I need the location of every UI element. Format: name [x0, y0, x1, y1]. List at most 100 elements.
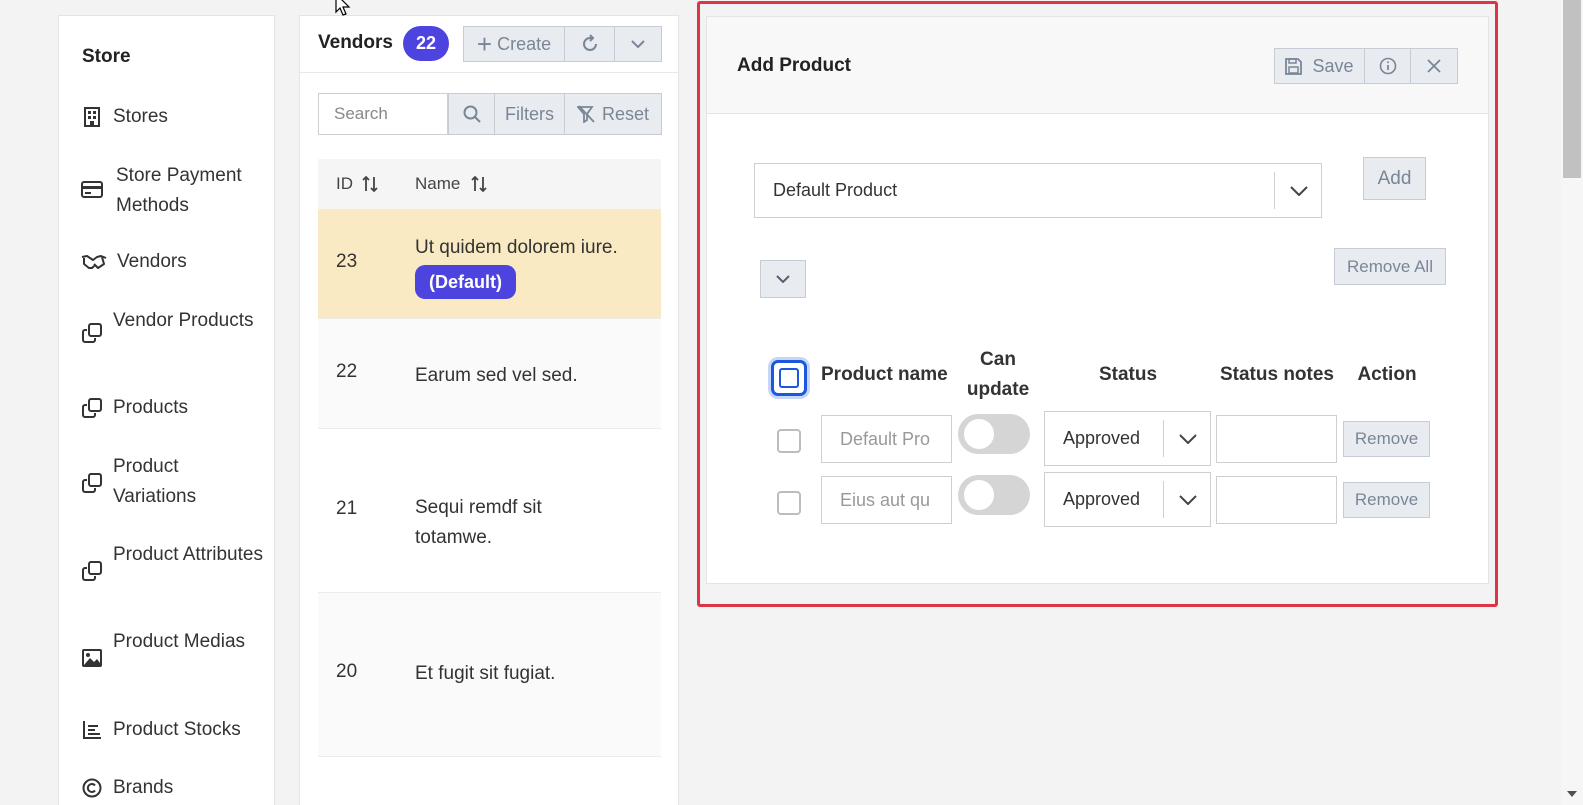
sidebar: Store Stores Store Payment Methods Vendo…	[58, 15, 275, 805]
column-header-name[interactable]: Name	[415, 174, 488, 194]
bar-chart-icon	[81, 719, 103, 741]
filters-label: Filters	[505, 103, 554, 124]
remove-button[interactable]: Remove	[1343, 482, 1430, 518]
select-divider	[1274, 172, 1275, 209]
add-product-card: Add Product Save Default Product Add Rem…	[706, 16, 1489, 584]
search-icon	[463, 105, 481, 123]
vendors-title: Vendors	[318, 32, 393, 53]
column-header-product-name: Product name	[821, 364, 948, 385]
filters-button[interactable]: Filters	[495, 94, 565, 134]
credit-card-icon	[81, 178, 103, 200]
can-update-toggle[interactable]	[958, 414, 1030, 454]
sidebar-item-vendors[interactable]: Vendors	[81, 247, 187, 277]
mouse-cursor-icon	[335, 0, 351, 16]
status-select[interactable]: Approved	[1044, 472, 1211, 527]
row-checkbox[interactable]	[777, 429, 801, 453]
reset-button[interactable]: Reset	[565, 94, 661, 134]
table-row[interactable]: 22 Earum sed vel sed.	[318, 319, 661, 429]
sidebar-item-brands[interactable]: Brands	[81, 773, 173, 803]
column-header-action: Action	[1357, 364, 1417, 385]
row-name: Et fugit sit fugiat.	[415, 663, 556, 684]
product-name-value: Default Pro	[840, 428, 931, 449]
sidebar-item-products[interactable]: Products	[81, 393, 188, 423]
row-name: Ut quidem dolorem iure. (Default)	[415, 233, 645, 299]
status-select[interactable]: Approved	[1044, 411, 1211, 466]
chevron-down-icon	[1290, 185, 1308, 196]
row-id: 21	[336, 498, 358, 519]
chevron-down-icon	[1179, 494, 1197, 505]
sort-icon	[362, 175, 378, 193]
row-name: Sequi remdf sit totamwe.	[415, 497, 542, 548]
close-button[interactable]	[1411, 49, 1457, 83]
product-select[interactable]: Default Product	[754, 163, 1322, 218]
vendors-table-header: ID Name	[318, 159, 661, 209]
save-button[interactable]: Save	[1275, 49, 1365, 83]
sidebar-item-product-attributes[interactable]: Product Attributes	[81, 540, 263, 582]
building-icon	[81, 106, 103, 128]
sidebar-item-label: Product Attributes	[113, 544, 263, 565]
column-header-name-label: Name	[415, 174, 461, 193]
status-notes-input[interactable]	[1216, 476, 1337, 524]
row-checkbox[interactable]	[777, 491, 801, 515]
select-all-checkbox[interactable]	[771, 360, 807, 396]
refresh-button[interactable]	[565, 27, 615, 61]
copy-icon	[81, 397, 103, 419]
scroll-down-arrow-icon[interactable]	[1567, 791, 1577, 797]
sidebar-item-vendor-products[interactable]: Vendor Products	[81, 306, 263, 344]
search-toolbar: Filters Reset	[448, 93, 662, 135]
sidebar-item-store-payment-methods[interactable]: Store Payment Methods	[81, 161, 266, 221]
remove-all-button[interactable]: Remove All	[1334, 248, 1446, 285]
product-name-input[interactable]: Eius aut qu	[821, 476, 952, 524]
vendors-header: Vendors 22 + Create	[300, 16, 678, 73]
image-icon	[81, 647, 103, 669]
copy-icon	[81, 322, 103, 344]
sidebar-item-label: Brands	[113, 777, 174, 798]
column-header-id[interactable]: ID	[336, 174, 379, 194]
sidebar-item-product-stocks[interactable]: Product Stocks	[81, 715, 241, 745]
sidebar-item-label: Product Variations	[113, 456, 197, 507]
table-row[interactable]: 21 Sequi remdf sit totamwe.	[318, 429, 661, 593]
remove-button[interactable]: Remove	[1343, 421, 1430, 457]
create-button[interactable]: + Create	[464, 27, 565, 61]
add-button[interactable]: Add	[1363, 157, 1426, 200]
save-icon	[1285, 57, 1303, 75]
search-placeholder: Search	[334, 104, 388, 123]
sidebar-item-label: Store Payment Methods	[116, 165, 242, 216]
row-name: Earum sed vel sed.	[415, 365, 578, 386]
row-name-text: Ut quidem dolorem iure.	[415, 237, 618, 258]
add-product-panel: Add Product Save Default Product Add Rem…	[697, 1, 1498, 607]
checkbox-box	[779, 368, 799, 388]
select-divider	[1163, 420, 1164, 457]
sidebar-item-label: Vendor Products	[113, 310, 254, 331]
collapse-toggle-button[interactable]	[760, 260, 806, 298]
row-id: 23	[336, 251, 358, 272]
refresh-icon	[582, 34, 597, 51]
more-dropdown-button[interactable]	[615, 27, 661, 61]
sidebar-item-product-variations[interactable]: Product Variations	[81, 452, 263, 512]
sidebar-item-label: Product Medias	[113, 631, 246, 652]
status-notes-input[interactable]	[1216, 415, 1337, 463]
default-badge: (Default)	[415, 265, 516, 299]
scrollbar-thumb[interactable]	[1563, 0, 1581, 178]
copyright-icon	[81, 777, 103, 799]
table-row[interactable]: 20 Et fugit sit fugiat.	[318, 593, 661, 757]
copy-icon	[81, 560, 103, 582]
reset-label: Reset	[601, 103, 650, 124]
vendors-search-input[interactable]: Search	[318, 93, 448, 135]
column-header-status-notes: Status notes	[1219, 364, 1335, 385]
page-scrollbar[interactable]	[1561, 0, 1583, 805]
add-product-toolbar: Save	[1274, 48, 1458, 84]
copy-icon	[81, 472, 103, 494]
toggle-knob	[964, 480, 994, 510]
close-icon	[1427, 59, 1441, 73]
sidebar-item-product-medias[interactable]: Product Medias	[81, 627, 263, 669]
table-row[interactable]: 23 Ut quidem dolorem iure. (Default)	[318, 209, 661, 319]
chevron-down-icon	[776, 275, 790, 283]
can-update-toggle[interactable]	[958, 475, 1030, 515]
add-label: Add	[1377, 167, 1412, 189]
info-button[interactable]	[1365, 49, 1411, 83]
search-button[interactable]	[449, 94, 495, 134]
sidebar-item-stores[interactable]: Stores	[81, 102, 168, 132]
vendors-panel: Vendors 22 + Create Search Filters Reset	[299, 15, 679, 805]
product-name-input[interactable]: Default Pro	[821, 415, 952, 463]
